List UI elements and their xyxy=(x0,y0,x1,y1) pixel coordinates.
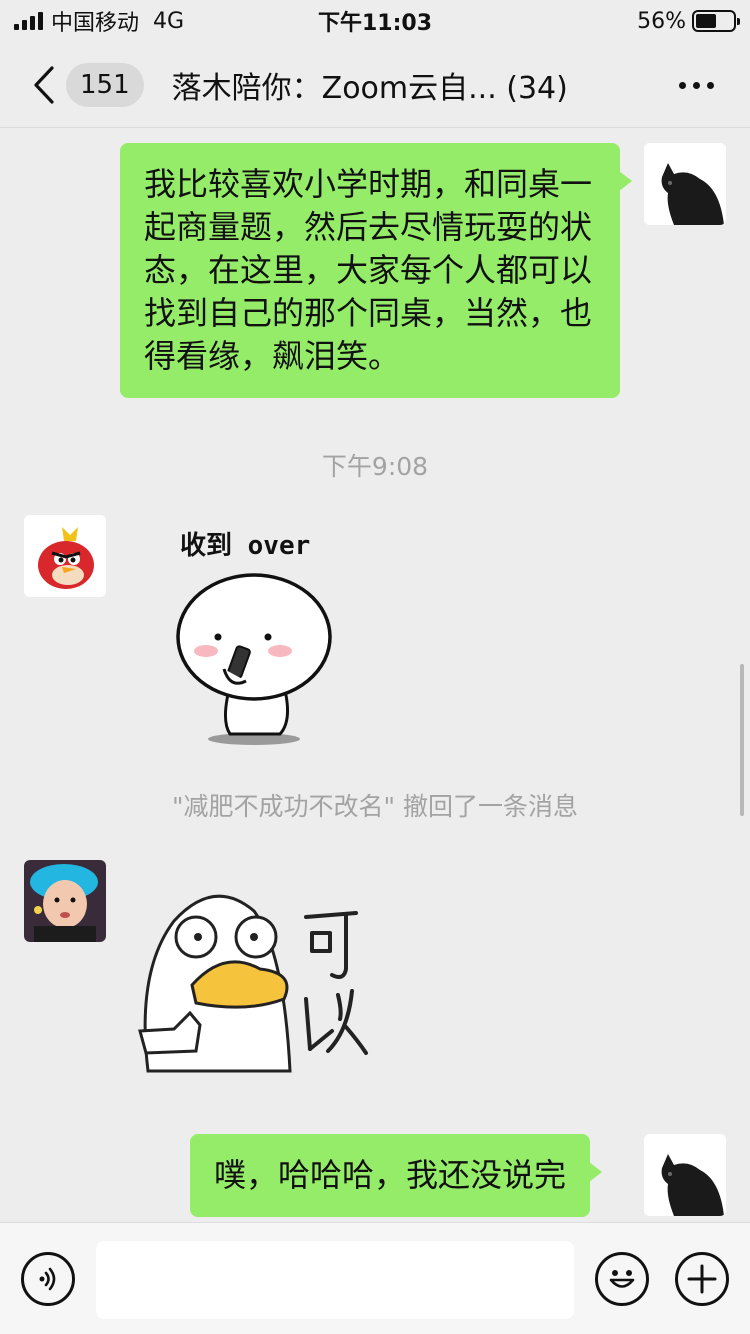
sticker-caption: 收到 over xyxy=(180,531,311,561)
recall-notice: "减肥不成功不改名" 撤回了一条消息 xyxy=(172,792,578,821)
message-bubble-self[interactable]: 噗，哈哈哈，我还没说完 xyxy=(190,1134,603,1217)
voice-button[interactable] xyxy=(21,1252,75,1306)
duck-thumbs-up-sticker-image xyxy=(138,894,368,1073)
message-list[interactable]: 我比较喜欢小学时期，和同桌一起商量题，然后去尽情玩耍的状态，在这里，大家每个人都… xyxy=(0,129,750,1221)
sticker-received-over[interactable]: 收到 over xyxy=(170,525,340,745)
avatar-self[interactable] xyxy=(644,143,726,225)
avatar-self[interactable] xyxy=(644,1134,726,1216)
avatar-angry-bird[interactable] xyxy=(24,515,106,597)
emoji-button[interactable] xyxy=(595,1252,649,1306)
timestamp: 下午9:08 xyxy=(321,452,429,481)
phone-call-sticker-image xyxy=(176,573,332,745)
sticker-caption xyxy=(304,911,368,1055)
more-button[interactable] xyxy=(679,42,714,128)
message-text: 噗，哈哈哈，我还没说完 xyxy=(214,1156,567,1194)
input-bar xyxy=(0,1222,750,1334)
black-cat-avatar xyxy=(644,143,726,225)
chevron-left-icon xyxy=(34,65,54,104)
plus-button[interactable] xyxy=(675,1252,729,1306)
chat-header: 151 落木陪你：Zoom云自... (34) xyxy=(0,42,750,128)
child-photo-avatar xyxy=(24,860,106,942)
scrollbar[interactable] xyxy=(740,664,744,816)
back-button[interactable] xyxy=(22,42,66,128)
battery-icon xyxy=(692,10,740,32)
network-type: 4G xyxy=(153,8,185,34)
angry-bird-avatar xyxy=(24,515,106,597)
signal-icon xyxy=(14,12,43,30)
carrier-name: 中国移动 xyxy=(51,11,140,36)
message-input[interactable] xyxy=(96,1241,574,1319)
message-bubble-self[interactable]: 我比较喜欢小学时期，和同桌一起商量题，然后去尽情玩耍的状态，在这里，大家每个人都… xyxy=(120,143,632,398)
sticker-ok[interactable]: 可以 xyxy=(134,881,374,1081)
avatar-child[interactable] xyxy=(24,860,106,942)
sticker-caption-text: 可以 xyxy=(374,881,375,882)
unread-count-badge[interactable]: 151 xyxy=(66,62,144,107)
emoji-icon xyxy=(609,1270,635,1288)
message-text: 我比较喜欢小学时期，和同桌一起商量题，然后去尽情玩耍的状态，在这里，大家每个人都… xyxy=(144,165,593,375)
plus-icon xyxy=(687,1264,717,1294)
voice-icon xyxy=(39,1267,56,1291)
status-bar: 中国移动 4G 下午11:03 56% xyxy=(0,0,750,42)
battery-percent: 56% xyxy=(637,8,686,34)
black-cat-avatar xyxy=(644,1134,726,1216)
more-dots-icon xyxy=(679,81,686,89)
chat-title[interactable]: 落木陪你：Zoom云自... (34) xyxy=(172,63,568,107)
